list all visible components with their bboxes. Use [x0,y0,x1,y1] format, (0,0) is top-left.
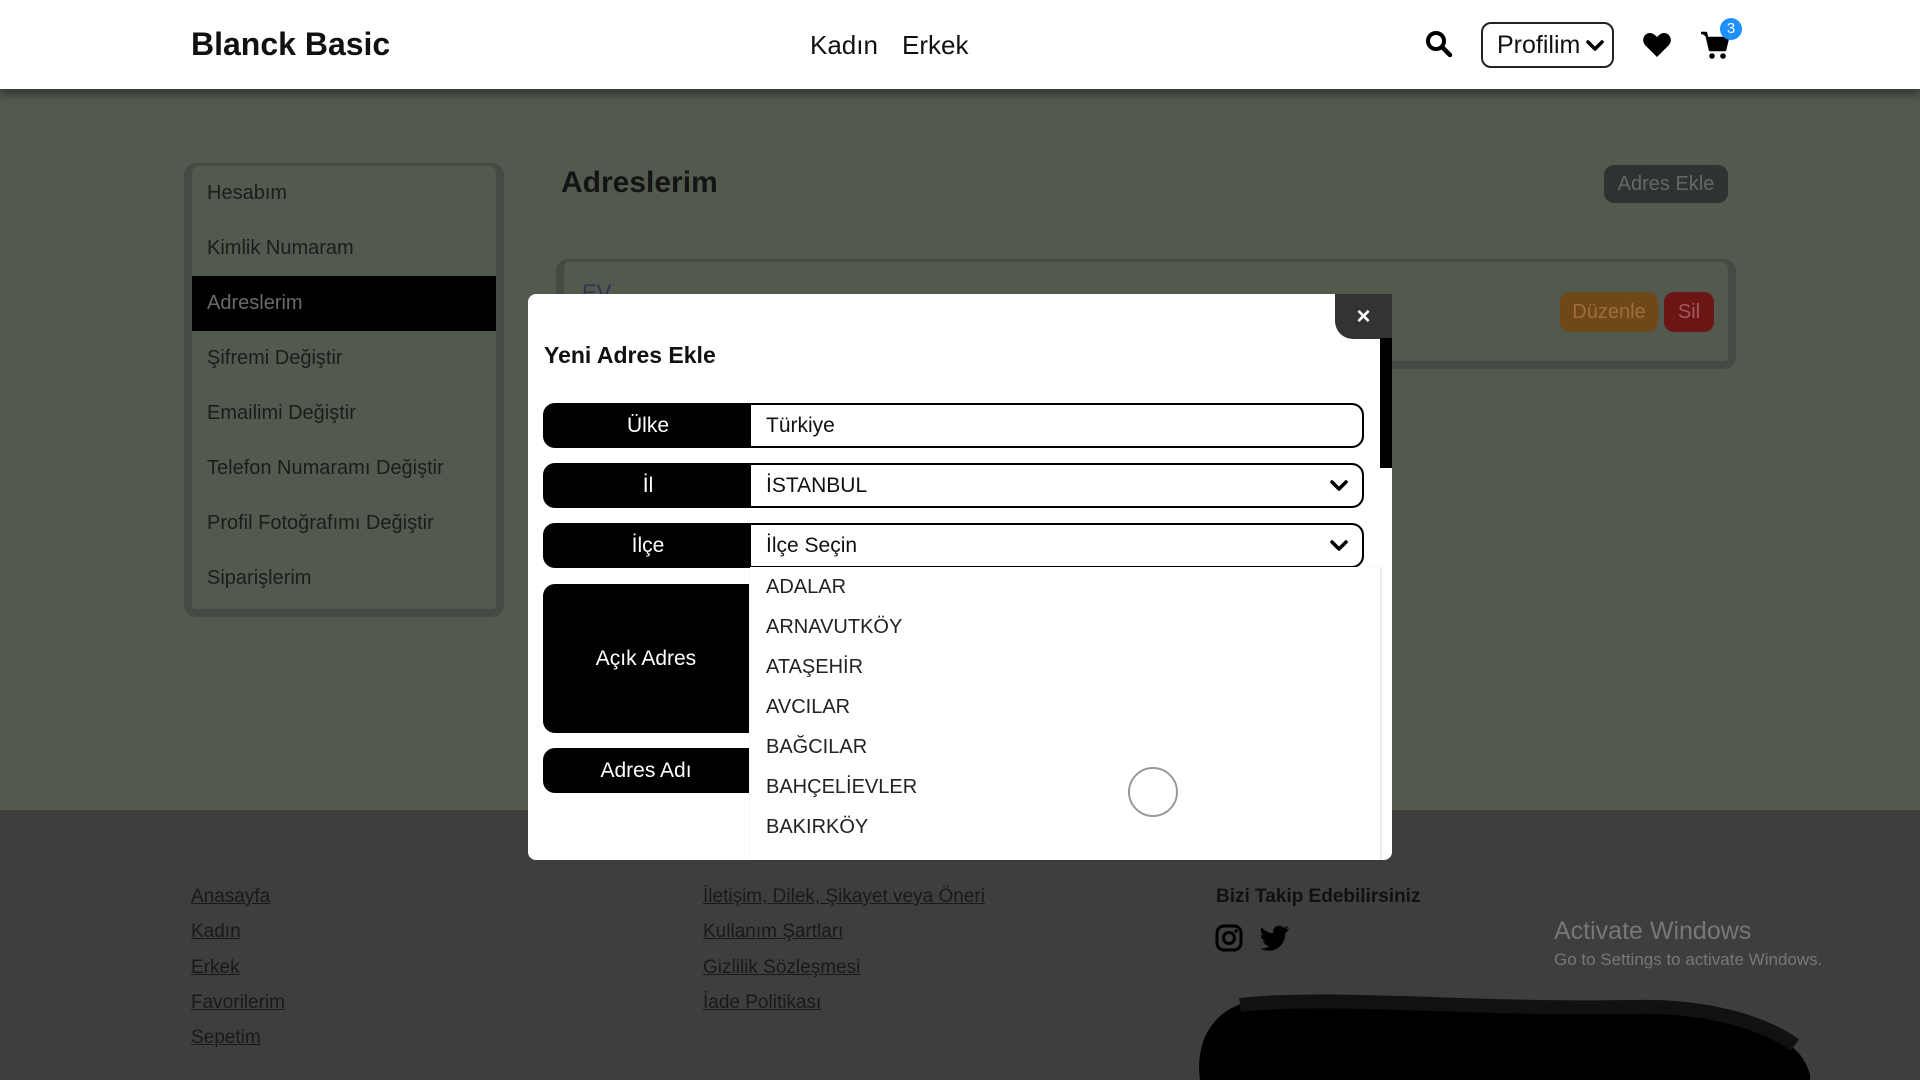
edit-address-button[interactable]: Düzenle [1560,292,1658,332]
footer-link-privacy[interactable]: Gizlilik Sözleşmesi [703,957,860,979]
district-option[interactable]: BAHÇELİEVLER [750,767,1380,807]
profile-dropdown-button[interactable]: Profilim [1481,22,1614,68]
sidebar-item-id-number[interactable]: Kimlik Numaram [192,221,496,276]
nav-link-men[interactable]: Erkek [902,30,968,61]
sidebar-item-change-email[interactable]: Emailimi Değiştir [192,386,496,441]
sidebar-item-change-password[interactable]: Şifremi Değiştir [192,331,496,386]
add-address-button[interactable]: Adres Ekle [1604,165,1728,203]
district-option[interactable]: BAĞCILAR [750,727,1380,767]
chevron-down-icon [1330,534,1348,558]
footer-link-home[interactable]: Anasayfa [191,886,270,908]
city-select[interactable]: İSTANBUL [751,465,1362,506]
cart-count-badge: 3 [1720,18,1742,40]
footer-link-men[interactable]: Erkek [191,957,240,979]
footer-link-women[interactable]: Kadın [191,921,241,943]
country-input-wrap [751,405,1362,446]
delete-address-button[interactable]: Sil [1664,292,1714,332]
search-icon[interactable] [1425,30,1453,63]
district-select-value: İlçe Seçin [766,533,858,557]
district-option[interactable]: ATAŞEHİR [750,647,1380,687]
modal-scrollbar[interactable] [1380,338,1392,468]
district-label: İlçe [631,533,665,557]
footer-link-cart[interactable]: Sepetim [191,1027,261,1049]
windows-activation-subtitle: Go to Settings to activate Windows. [1554,950,1823,969]
windows-activation-title: Activate Windows [1554,917,1752,945]
city-select-value: İSTANBUL [766,473,868,497]
country-input[interactable] [766,413,1348,438]
site-header: Blanck Basic Kadın Erkek Profilim 3 [0,0,1920,89]
modal-title: Yeni Adres Ekle [544,342,716,368]
sidebar-item-change-photo[interactable]: Profil Fotoğrafımı Değiştir [192,496,496,551]
city-label: İl [642,473,654,497]
footer-link-favorites[interactable]: Favorilerim [191,992,285,1014]
district-select[interactable]: İlçe Seçin [751,525,1362,566]
chevron-down-icon [1330,474,1348,498]
country-field: Ülke [543,403,1364,448]
page-title: Adreslerim [561,166,718,199]
footer-link-contact[interactable]: İletişim, Dilek, Şikayet veya Öneri [703,886,985,908]
open-address-label: Açık Adres [543,584,749,733]
district-option[interactable]: BAKIRKÖY [750,807,1380,847]
sidebar-item-account[interactable]: Hesabım [192,166,496,221]
twitter-icon[interactable] [1260,925,1290,956]
sidebar-item-orders[interactable]: Siparişlerim [192,551,496,606]
account-sidebar: Hesabım Kimlik Numaram Adreslerim Şifrem… [184,163,504,617]
district-field: İlçe İlçe Seçin [543,523,1364,568]
instagram-icon[interactable] [1215,924,1243,957]
nav-link-women[interactable]: Kadın [810,30,878,61]
follow-us-title: Bizi Takip Edebilirsiniz [1216,886,1421,907]
heart-icon[interactable] [1642,32,1672,63]
touch-cursor-indicator [1128,767,1178,817]
city-field: İl İSTANBUL [543,463,1364,508]
close-icon[interactable]: × [1335,294,1392,339]
district-option[interactable]: ADALAR [750,567,1380,607]
district-option[interactable]: AVCILAR [750,687,1380,727]
brand-logo[interactable]: Blanck Basic [191,26,390,63]
profile-label: Profilim [1497,30,1581,59]
sidebar-item-change-phone[interactable]: Telefon Numaramı Değiştir [192,441,496,496]
address-name-label: Adres Adı [543,748,749,793]
chevron-down-icon [1586,31,1605,60]
redaction-scribble [1199,994,1810,1080]
footer-link-returns[interactable]: İade Politikası [703,992,821,1014]
country-label: Ülke [626,413,669,437]
footer-link-terms[interactable]: Kullanım Şartları [703,921,843,943]
district-option[interactable]: ARNAVUTKÖY [750,607,1380,647]
sidebar-item-addresses[interactable]: Adreslerim [192,276,496,331]
district-dropdown-list: ADALAR ARNAVUTKÖY ATAŞEHİR AVCILAR BAĞCI… [750,567,1380,860]
